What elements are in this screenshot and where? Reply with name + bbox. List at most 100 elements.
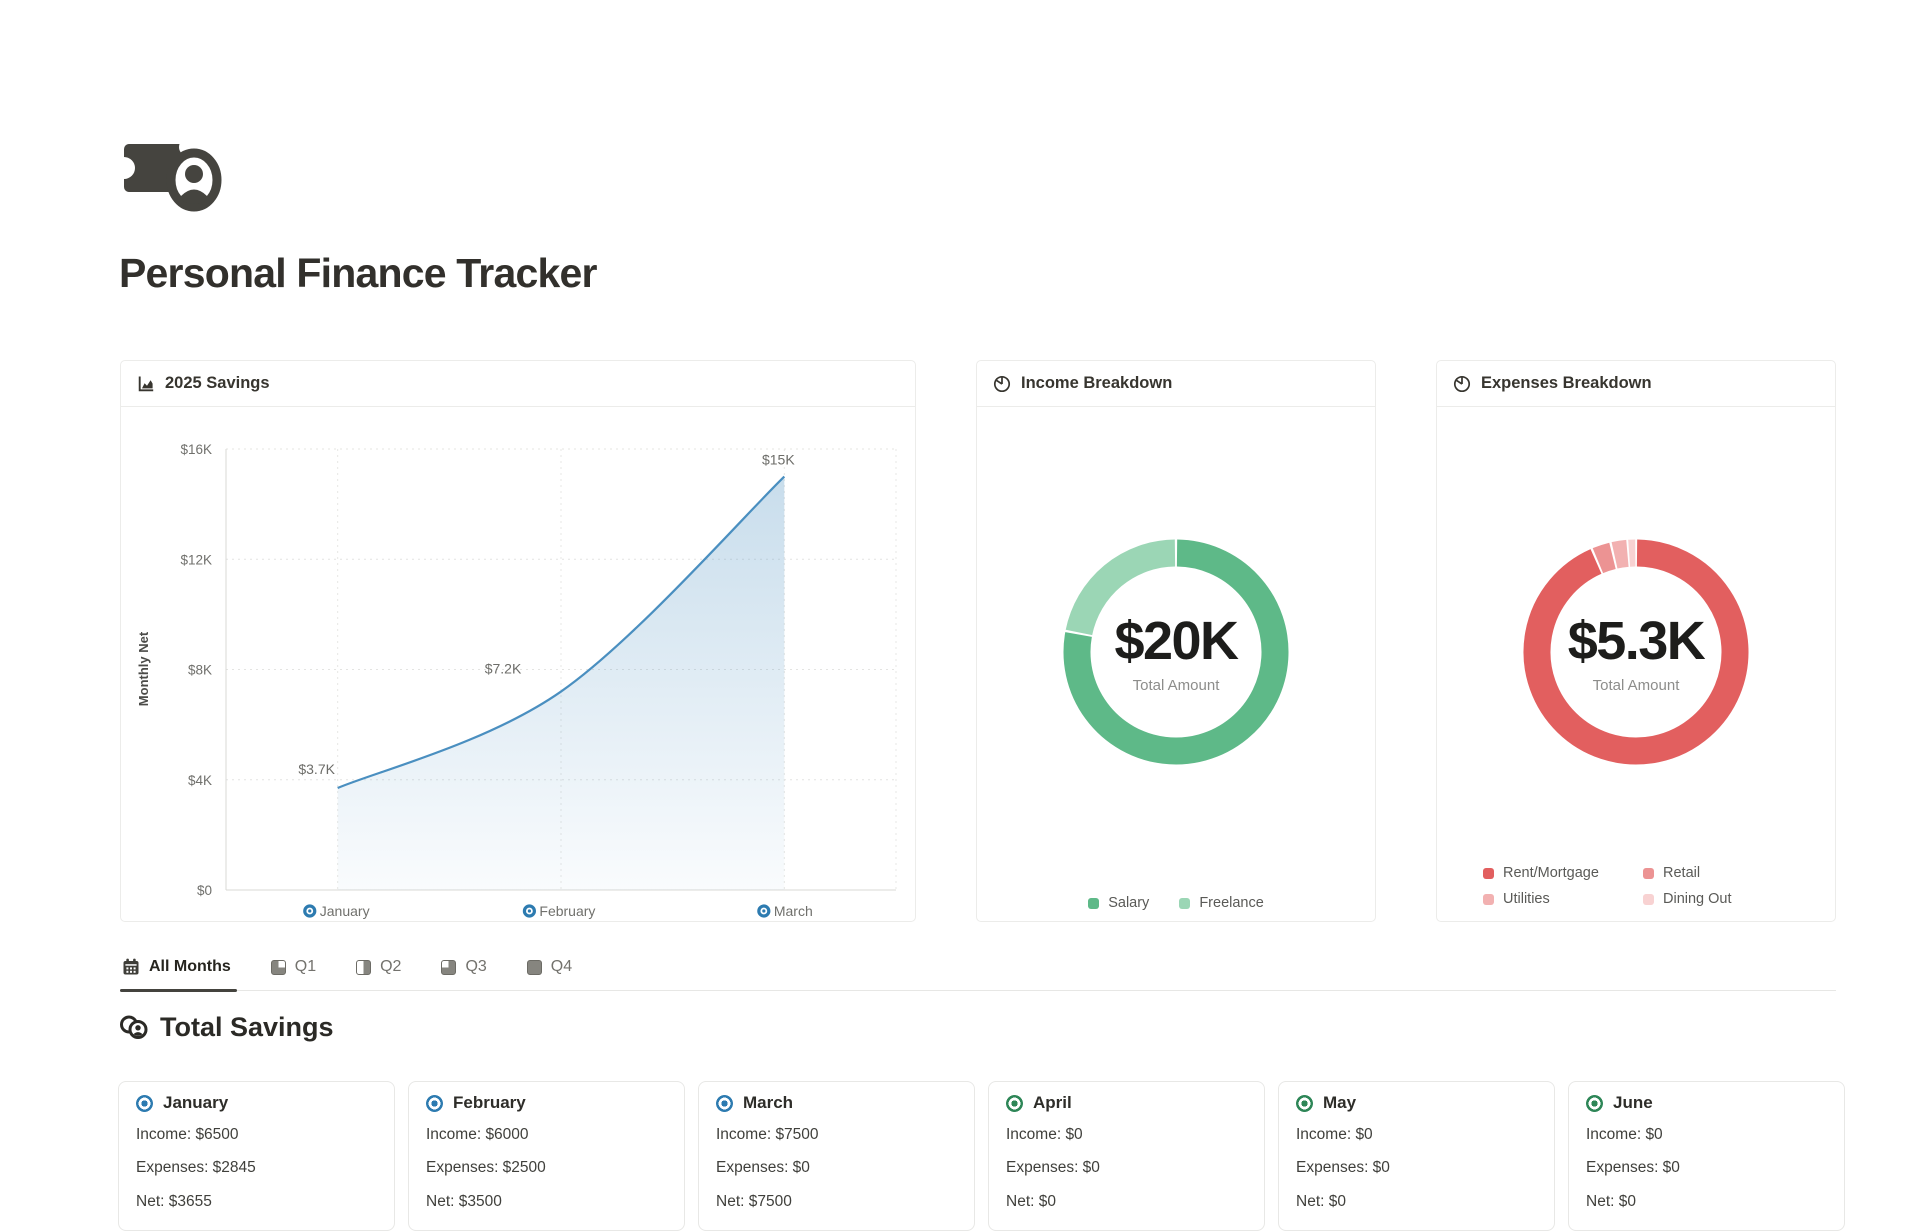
net-line: Net: $0 <box>1586 1192 1827 1211</box>
svg-text:$7.2K: $7.2K <box>485 661 522 677</box>
savings-panel: 2025 Savings $0$4K$8K$12K$16K$3.7K$7.2K$… <box>120 360 916 922</box>
rent-swatch <box>1483 868 1494 879</box>
month-name: April <box>1033 1093 1072 1113</box>
expenses-line: Expenses: $0 <box>1586 1158 1827 1177</box>
legend-item-retail[interactable]: Retail <box>1643 865 1732 881</box>
expenses-legend: Rent/Mortgage Retail Utilities Dining Ou… <box>1483 865 1732 907</box>
net-line: Net: $3500 <box>426 1192 667 1211</box>
income-total-value: $20K <box>977 614 1375 668</box>
rent-label: Rent/Mortgage <box>1503 865 1599 881</box>
bullseye-donut-icon <box>1006 1095 1023 1112</box>
svg-text:$0: $0 <box>197 883 212 898</box>
month-name: March <box>743 1093 793 1113</box>
month-name: February <box>453 1093 526 1113</box>
bullseye-donut-icon <box>426 1095 443 1112</box>
tab-q1-label: Q1 <box>295 958 316 976</box>
net-line: Net: $3655 <box>136 1192 377 1211</box>
month-cards-row: January Income: $6500 Expenses: $2845 Ne… <box>118 1081 1845 1231</box>
legend-item-utilities[interactable]: Utilities <box>1483 891 1643 907</box>
total-savings-title: Total Savings <box>160 1012 334 1043</box>
tab-q2[interactable]: Q2 <box>354 956 403 990</box>
income-line: Income: $0 <box>1296 1125 1537 1144</box>
legend-item-freelance[interactable]: Freelance <box>1179 895 1263 911</box>
tab-q1[interactable]: Q1 <box>269 956 318 990</box>
quarter-4-icon <box>527 960 542 975</box>
coins-icon <box>119 1014 149 1041</box>
tab-all-months[interactable]: All Months <box>120 956 233 990</box>
month-card-may[interactable]: May Income: $0 Expenses: $0 Net: $0 <box>1278 1081 1555 1231</box>
income-line: Income: $7500 <box>716 1125 957 1144</box>
quarter-3-icon <box>441 960 456 975</box>
month-card-january[interactable]: January Income: $6500 Expenses: $2845 Ne… <box>118 1081 395 1231</box>
expenses-line: Expenses: $0 <box>1006 1158 1247 1177</box>
legend-item-salary[interactable]: Salary <box>1088 895 1149 911</box>
calendar-icon <box>122 958 140 976</box>
svg-text:$12K: $12K <box>180 552 212 567</box>
expenses-donut-center: $5.3K Total Amount <box>1437 614 1835 694</box>
tab-q4-label: Q4 <box>551 958 572 976</box>
svg-text:January: January <box>320 903 370 919</box>
month-name: June <box>1613 1093 1653 1113</box>
income-line: Income: $6500 <box>136 1125 377 1144</box>
tab-q2-label: Q2 <box>380 958 401 976</box>
month-name: January <box>163 1093 228 1113</box>
expenses-line: Expenses: $0 <box>716 1158 957 1177</box>
expenses-panel: Expenses Breakdown $5.3K Total Amount Re… <box>1436 360 1836 922</box>
dining-label: Dining Out <box>1663 891 1732 907</box>
svg-text:Monthly Net: Monthly Net <box>136 631 151 706</box>
svg-text:$4K: $4K <box>188 773 212 788</box>
bullseye-donut-icon <box>1296 1095 1313 1112</box>
net-line: Net: $0 <box>1296 1192 1537 1211</box>
freelance-label: Freelance <box>1199 895 1263 911</box>
tab-q4[interactable]: Q4 <box>525 956 574 990</box>
expenses-donut-area: $5.3K Total Amount Rent/Mortgage Retail … <box>1437 407 1835 922</box>
income-panel-title: Income Breakdown <box>1021 374 1172 393</box>
income-donut-center: $20K Total Amount <box>977 614 1375 694</box>
net-line: Net: $0 <box>1006 1192 1247 1211</box>
quarter-1-icon <box>271 960 286 975</box>
expenses-line: Expenses: $0 <box>1296 1158 1537 1177</box>
net-line: Net: $7500 <box>716 1192 957 1211</box>
bullseye-donut-icon <box>1586 1095 1603 1112</box>
income-panel: Income Breakdown $20K Total Amount Salar… <box>976 360 1376 922</box>
income-line: Income: $0 <box>1586 1125 1827 1144</box>
area-chart-icon <box>137 375 155 393</box>
expenses-total-caption: Total Amount <box>1437 677 1835 694</box>
income-legend: Salary Freelance <box>977 895 1375 911</box>
utilities-swatch <box>1483 894 1494 905</box>
income-panel-header: Income Breakdown <box>977 361 1375 407</box>
retail-swatch <box>1643 868 1654 879</box>
freelance-swatch <box>1179 898 1190 909</box>
month-card-june[interactable]: June Income: $0 Expenses: $0 Net: $0 <box>1568 1081 1845 1231</box>
month-card-march[interactable]: March Income: $7500 Expenses: $0 Net: $7… <box>698 1081 975 1231</box>
svg-text:$16K: $16K <box>180 442 212 457</box>
page-title: Personal Finance Tracker <box>119 250 597 297</box>
month-card-april[interactable]: April Income: $0 Expenses: $0 Net: $0 <box>988 1081 1265 1231</box>
month-filter-tabs: All Months Q1 Q2 Q3 Q4 <box>120 956 1836 991</box>
total-savings-heading: Total Savings <box>119 1012 334 1043</box>
pie-chart-icon <box>1453 375 1471 393</box>
bullseye-donut-icon <box>136 1095 153 1112</box>
tab-q3-label: Q3 <box>465 958 486 976</box>
money-portrait-icon <box>122 136 222 217</box>
salary-swatch <box>1088 898 1099 909</box>
svg-text:$3.7K: $3.7K <box>298 761 335 777</box>
tab-all-months-label: All Months <box>149 958 231 976</box>
dining-swatch <box>1643 894 1654 905</box>
svg-text:March: March <box>774 903 813 919</box>
svg-text:February: February <box>539 903 595 919</box>
savings-line-chart: $0$4K$8K$12K$16K$3.7K$7.2K$15KJanuaryFeb… <box>121 407 915 923</box>
bullseye-donut-icon <box>716 1095 733 1112</box>
savings-panel-header: 2025 Savings <box>121 361 915 407</box>
legend-item-rent[interactable]: Rent/Mortgage <box>1483 865 1643 881</box>
month-card-february[interactable]: February Income: $6000 Expenses: $2500 N… <box>408 1081 685 1231</box>
salary-label: Salary <box>1108 895 1149 911</box>
savings-panel-title: 2025 Savings <box>165 374 270 393</box>
income-total-caption: Total Amount <box>977 677 1375 694</box>
utilities-label: Utilities <box>1503 891 1550 907</box>
tab-q3[interactable]: Q3 <box>439 956 488 990</box>
month-name: May <box>1323 1093 1356 1113</box>
income-donut-area: $20K Total Amount Salary Freelance <box>977 407 1375 922</box>
legend-item-dining[interactable]: Dining Out <box>1643 891 1732 907</box>
svg-text:$8K: $8K <box>188 663 212 678</box>
